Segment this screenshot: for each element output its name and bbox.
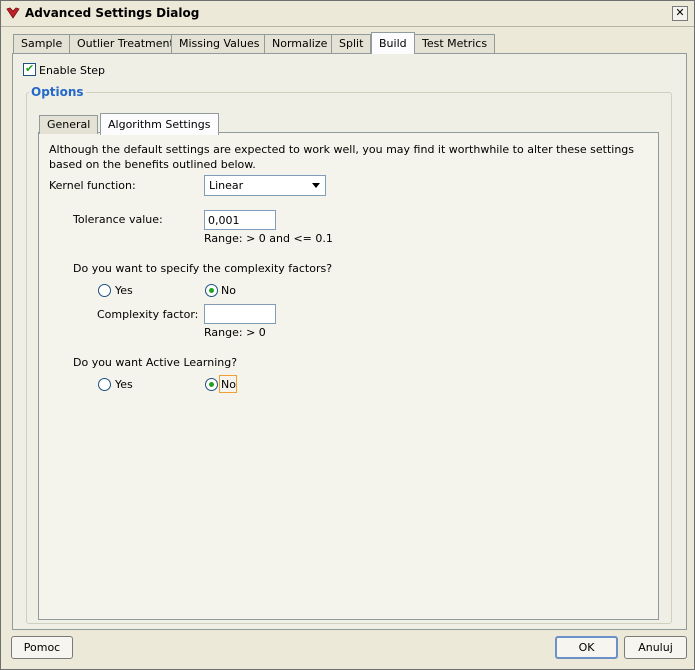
- complexity-question: Do you want to specify the complexity fa…: [73, 262, 333, 275]
- tolerance-input[interactable]: [205, 211, 274, 229]
- title-bar: Advanced Settings Dialog ✕: [1, 1, 694, 27]
- complexity-factor-range: Range: > 0: [204, 326, 266, 339]
- tolerance-range: Range: > 0 and <= 0.1: [204, 232, 333, 245]
- kernel-function-label: Kernel function:: [49, 179, 136, 192]
- ok-button[interactable]: OK: [555, 636, 618, 659]
- close-button[interactable]: ✕: [672, 6, 688, 21]
- active-learning-yes-radio[interactable]: [98, 378, 111, 391]
- check-icon: ✔: [25, 62, 35, 75]
- tab-general[interactable]: General: [39, 115, 99, 134]
- app-icon: [6, 7, 20, 19]
- complexity-factor-input[interactable]: [205, 305, 274, 323]
- active-learning-yes-label: Yes: [115, 378, 133, 391]
- radio-selected-dot: [209, 382, 214, 387]
- help-button[interactable]: Pomoc: [11, 636, 73, 659]
- tab-normalize[interactable]: Normalize: [264, 34, 336, 53]
- tab-build[interactable]: Build: [371, 32, 415, 54]
- tab-test-metrics[interactable]: Test Metrics: [414, 34, 496, 53]
- cancel-button[interactable]: Anuluj: [624, 636, 687, 659]
- complexity-factor-label: Complexity factor:: [97, 308, 199, 321]
- radio-selected-dot: [209, 288, 214, 293]
- tab-missing-values[interactable]: Missing Values: [171, 34, 268, 53]
- active-learning-no-label: No: [221, 378, 236, 391]
- enable-step-label: Enable Step: [39, 64, 106, 77]
- complexity-yes-label: Yes: [115, 284, 133, 297]
- chevron-down-icon: [312, 183, 320, 188]
- description-text: Although the default settings are expect…: [49, 143, 635, 171]
- algorithm-settings-panel: [38, 132, 659, 620]
- active-learning-no-radio[interactable]: [205, 378, 218, 391]
- enable-step-checkbox[interactable]: ✔: [23, 63, 36, 76]
- tolerance-field[interactable]: [204, 210, 276, 230]
- kernel-function-select[interactable]: Linear: [204, 175, 326, 196]
- close-icon: ✕: [675, 6, 685, 19]
- complexity-factor-field[interactable]: [204, 304, 276, 324]
- complexity-no-radio[interactable]: [205, 284, 218, 297]
- complexity-no-label: No: [221, 284, 236, 297]
- active-learning-question: Do you want Active Learning?: [73, 356, 238, 369]
- tolerance-label: Tolerance value:: [73, 213, 163, 226]
- dialog-window: Advanced Settings Dialog ✕ Sample Outlie…: [0, 0, 695, 670]
- window-title: Advanced Settings Dialog: [25, 6, 200, 20]
- tab-outlier-treatment[interactable]: Outlier Treatment: [69, 34, 182, 53]
- tab-split[interactable]: Split: [331, 34, 372, 53]
- options-title: Options: [29, 85, 86, 99]
- tab-sample[interactable]: Sample: [13, 34, 71, 53]
- complexity-yes-radio[interactable]: [98, 284, 111, 297]
- kernel-function-value: Linear: [209, 179, 244, 192]
- tab-algorithm-settings[interactable]: Algorithm Settings: [100, 113, 219, 135]
